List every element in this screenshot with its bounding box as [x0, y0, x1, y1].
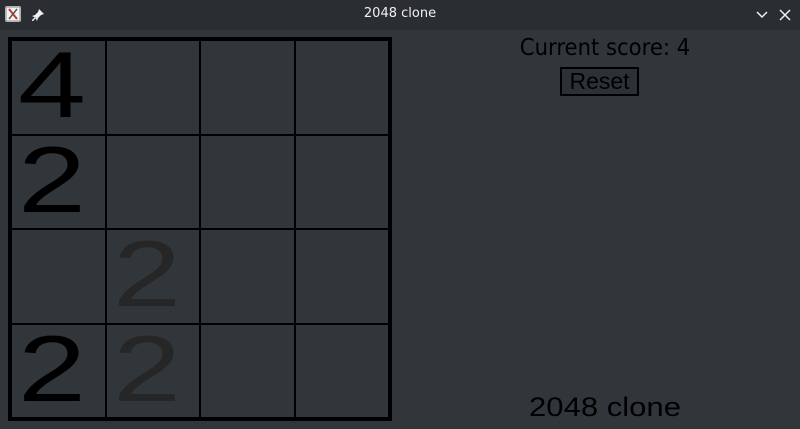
game-area: 4 2 2 2 2 Current score: 4 Reset 2048 cl…: [0, 30, 800, 429]
chevron-down-icon[interactable]: [755, 7, 769, 21]
board-cell: [294, 229, 389, 324]
window-titlebar: 2048 clone: [0, 0, 800, 30]
reset-button[interactable]: Reset: [560, 67, 639, 96]
board-cell: [200, 229, 295, 324]
board-cell: [105, 40, 200, 135]
board-cell: 2: [105, 229, 200, 324]
board-cell: [200, 40, 295, 135]
tile-value: 2: [18, 134, 86, 229]
current-score-label: Current score: 4: [519, 35, 691, 61]
game-board[interactable]: 4 2 2 2 2: [8, 37, 392, 421]
board-cell: 2: [11, 134, 106, 229]
board-cell: [200, 134, 295, 229]
board-cell: [294, 40, 389, 135]
board-cell: [200, 323, 295, 418]
board-cell: 2: [11, 323, 106, 418]
tile-value: 2: [18, 323, 86, 418]
tile-value: 2: [112, 323, 181, 418]
board-cell: [294, 323, 389, 418]
board-cell: [11, 229, 106, 324]
tile-value: 4: [18, 40, 86, 135]
board-cell: [105, 134, 200, 229]
window-title: 2048 clone: [363, 6, 437, 21]
footer-title: 2048 clone: [529, 392, 681, 422]
board-cell: 2: [105, 323, 200, 418]
tile-value: 2: [112, 229, 181, 324]
board-cell: [294, 134, 389, 229]
board-cell: 4: [11, 40, 106, 135]
close-icon[interactable]: [778, 7, 792, 21]
